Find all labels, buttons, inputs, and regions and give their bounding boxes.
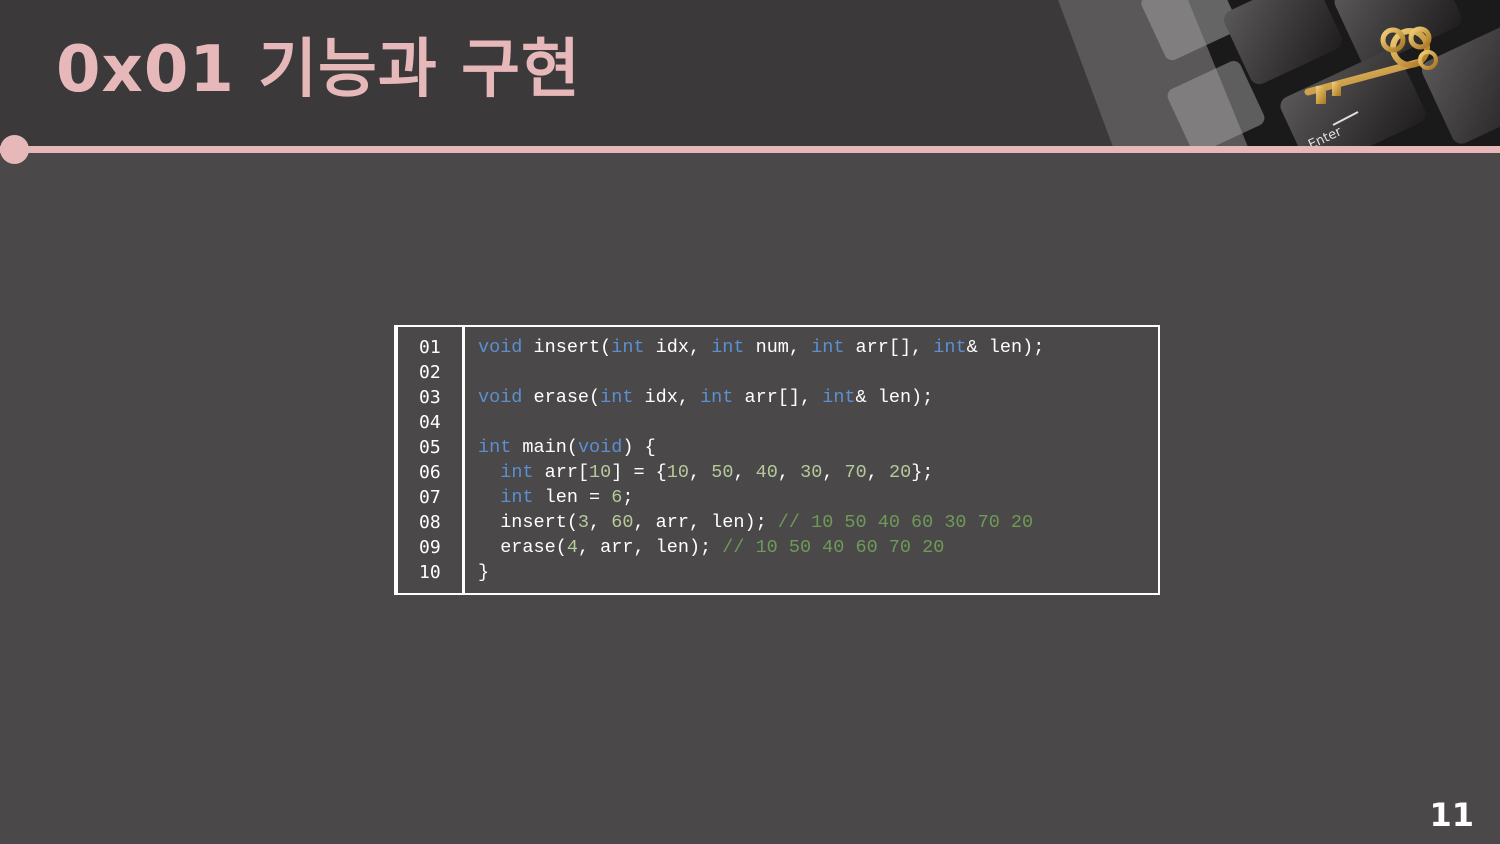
- code-token: ) {: [622, 437, 656, 458]
- code-line: void insert(int idx, int num, int arr[],…: [478, 335, 1044, 360]
- line-number: 07: [419, 487, 441, 508]
- code-line: erase(4, arr, len); // 10 50 40 60 70 20: [478, 535, 944, 560]
- code-token: arr[],: [733, 387, 823, 408]
- header-divider: [0, 146, 1500, 153]
- code-token: int: [611, 337, 645, 358]
- code-token: // 10 50 40 60 70 20: [722, 537, 945, 558]
- code-token: 10: [666, 462, 689, 483]
- code-line: insert(3, 60, arr, len); // 10 50 40 60 …: [478, 510, 1033, 535]
- code-token: , arr, len);: [633, 512, 778, 533]
- code-token: ,: [822, 462, 845, 483]
- code-token: 3: [577, 512, 590, 533]
- code-token: 20: [888, 462, 912, 483]
- code-token: len =: [533, 487, 612, 508]
- code-line: int main(void) {: [478, 435, 656, 460]
- line-number: 04: [419, 412, 441, 433]
- line-number: 03: [419, 387, 441, 408]
- code-token: int: [933, 337, 967, 358]
- code-token: 40: [755, 462, 778, 483]
- code-block: 01 02 03 04 05 06 07 08 09 10 void inser…: [394, 325, 1160, 595]
- code-token: main(: [511, 437, 578, 458]
- code-token: int: [500, 487, 534, 508]
- code-token: 60: [611, 512, 634, 533]
- code-token: erase(: [522, 387, 601, 408]
- code-token: 70: [844, 462, 867, 483]
- code-token: , arr, len);: [577, 537, 723, 558]
- code-token: erase(: [478, 537, 567, 558]
- slide-title: 0x01 기능과 구현: [56, 33, 581, 107]
- code-line: int arr[10] = {10, 50, 40, 30, 70, 20};: [478, 460, 933, 485]
- code-line: }: [478, 560, 489, 585]
- code-token: 50: [711, 462, 734, 483]
- line-number: 06: [419, 462, 441, 483]
- code-token: ,: [777, 462, 801, 483]
- code-token: 30: [800, 462, 823, 483]
- code-token: }: [478, 562, 490, 583]
- code-token: idx,: [633, 387, 701, 408]
- code-token: num,: [744, 337, 812, 358]
- code-token: int: [711, 337, 745, 358]
- line-number: 02: [419, 362, 441, 383]
- code-token: // 10 50 40 60 30 70 20: [777, 512, 1034, 533]
- divider-dot: [0, 135, 29, 164]
- keyboard-key-photo-icon: Enter: [1058, 0, 1500, 147]
- code-token: int: [700, 387, 734, 408]
- code-token: ,: [866, 462, 889, 483]
- code-token: int: [822, 387, 856, 408]
- code-token: 10: [589, 462, 612, 483]
- code-token: ,: [589, 512, 612, 533]
- code-token: int: [600, 387, 634, 408]
- line-number: 08: [419, 512, 441, 533]
- code-token: int: [811, 337, 845, 358]
- line-number: 10: [419, 562, 441, 583]
- code-token: arr[: [533, 462, 590, 483]
- line-number: 05: [419, 437, 441, 458]
- code-token: int: [478, 437, 512, 458]
- page-number: 11: [1429, 796, 1474, 834]
- code-token: idx,: [644, 337, 712, 358]
- line-number: 01: [419, 337, 441, 358]
- line-number: 09: [419, 537, 441, 558]
- code-token: arr[],: [844, 337, 934, 358]
- code-line: int len = 6;: [478, 485, 633, 510]
- code-token: 6: [611, 487, 623, 508]
- code-token: insert(: [522, 337, 612, 358]
- code-token: ,: [733, 462, 756, 483]
- code-line: void erase(int idx, int arr[], int& len)…: [478, 385, 933, 410]
- code-token: & len);: [966, 337, 1045, 358]
- code-token: int: [500, 462, 534, 483]
- code-token: ;: [622, 487, 634, 508]
- code-token: & len);: [855, 387, 934, 408]
- code-token: void: [478, 387, 523, 408]
- code-token: void: [478, 337, 523, 358]
- code-token: void: [577, 437, 623, 458]
- code-token: 4: [566, 537, 578, 558]
- code-token: insert(: [478, 512, 578, 533]
- code-token: };: [911, 462, 934, 483]
- line-number-gutter: 01 02 03 04 05 06 07 08 09 10: [396, 327, 465, 593]
- code-token: ,: [689, 462, 712, 483]
- keyboard-key-image: Enter: [1058, 0, 1500, 147]
- code-token: ] = {: [611, 462, 667, 483]
